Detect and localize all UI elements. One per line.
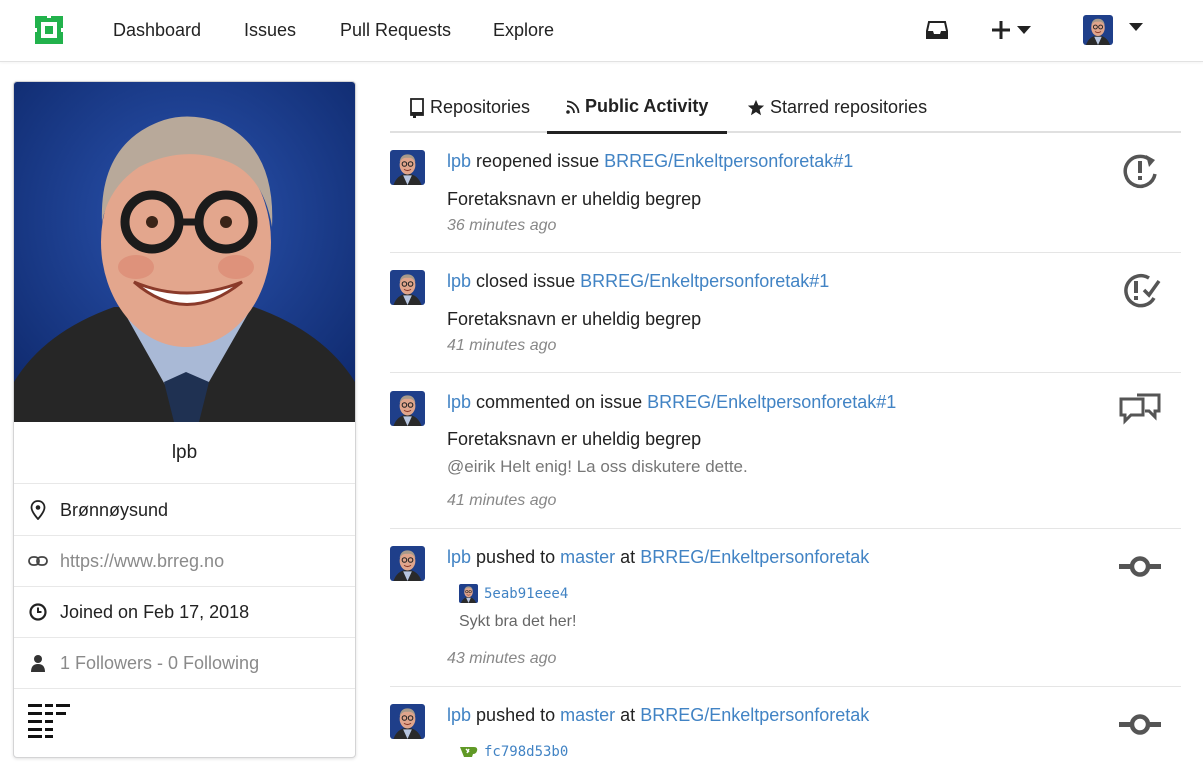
user-link[interactable]: lpb — [447, 705, 471, 725]
tab-public-activity-label: Public Activity — [585, 96, 709, 116]
tab-repositories-label: Repositories — [430, 97, 531, 117]
commit-entry: fc798d53b0 — [459, 742, 568, 761]
issue-reopened-icon — [1123, 154, 1157, 189]
feed-item: lpb pushed to master at BRREG/Enkeltpers… — [390, 704, 1181, 768]
issue-title: Foretaksnavn er uheldig begrep — [447, 309, 702, 329]
avatar — [1083, 15, 1113, 45]
comment-issue-title-link[interactable]: Foretaksnavn er uheldig begrep — [447, 429, 701, 450]
feed-item-headline: lpb pushed to master at BRREG/Enkeltpers… — [447, 546, 869, 568]
location-pin-icon — [28, 500, 48, 520]
feed-item: lpb commented on issue BRREG/Enkeltperso… — [390, 391, 1181, 529]
timestamp: 36 minutes ago — [447, 217, 557, 234]
action-text: commented on issue — [476, 392, 643, 412]
comment-text: @eirik Helt enig! La oss diskutere dette… — [447, 457, 748, 476]
user-menu-dropdown[interactable] — [1083, 16, 1143, 44]
rss-feed-icon[interactable] — [28, 702, 72, 743]
joined-date: Joined on Feb 17, 2018 — [60, 601, 250, 622]
commit-sha-link[interactable]: 5eab91eee4 — [484, 586, 568, 602]
feed-item: lpb reopened issue BRREG/Enkeltpersonfor… — [390, 150, 1181, 253]
git-commit-icon — [1119, 556, 1161, 577]
git-commit-icon — [1119, 714, 1161, 735]
chevron-down-icon — [1129, 23, 1143, 31]
user-link[interactable]: lpb — [447, 547, 471, 567]
user-link[interactable]: lpb — [447, 271, 471, 291]
user-link[interactable]: lpb — [447, 151, 471, 171]
action-text: pushed to — [476, 547, 556, 567]
person-icon — [28, 653, 48, 673]
gitea-avatar-icon — [459, 742, 478, 761]
issue-title: Foretaksnavn er uheldig begrep — [447, 189, 702, 209]
feed-item-headline: lpb closed issue BRREG/Enkeltpersonforet… — [447, 270, 829, 292]
plus-icon — [992, 21, 1010, 39]
action-text: pushed to — [476, 705, 556, 725]
link-icon — [28, 551, 48, 571]
profile-location: Brønnøysund — [14, 485, 355, 536]
inbox-icon — [926, 21, 948, 39]
chevron-down-icon — [1017, 26, 1031, 34]
avatar[interactable] — [390, 270, 425, 305]
action-text: closed issue — [476, 271, 576, 291]
profile-username: lpb — [14, 422, 355, 484]
feed-item-headline: lpb pushed to master at BRREG/Enkeltpers… — [447, 704, 869, 726]
comment-discussion-icon — [1119, 393, 1161, 425]
repo-link[interactable]: BRREG/Enkeltpersonforetak — [640, 705, 869, 725]
issue-link[interactable]: BRREG/Enkeltpersonforetak#1 — [647, 392, 896, 412]
profile-tabs: Repositories Public Activity Starred rep… — [390, 82, 1181, 134]
avatar[interactable] — [390, 391, 425, 426]
nav-dashboard[interactable]: Dashboard — [113, 19, 201, 41]
feed-item-headline: lpb reopened issue BRREG/Enkeltpersonfor… — [447, 150, 853, 172]
avatar[interactable] — [390, 546, 425, 581]
tab-starred-label: Starred repositories — [770, 97, 928, 117]
nav-issues[interactable]: Issues — [244, 19, 296, 41]
notifications-button[interactable] — [926, 16, 948, 44]
rss-icon — [566, 100, 580, 114]
profile-follow-stats: 1 Followers - 0 Following — [14, 638, 355, 689]
star-icon — [747, 99, 765, 115]
create-new-dropdown[interactable] — [991, 16, 1031, 44]
following-link[interactable]: 0 Following — [168, 653, 259, 674]
profile-website[interactable]: https://www.brreg.no — [14, 536, 355, 587]
action-text: reopened issue — [476, 151, 600, 171]
feed-item: lpb pushed to master at BRREG/Enkeltpers… — [390, 546, 1181, 687]
followers-link[interactable]: 1 Followers — [60, 653, 152, 674]
commit-message: Sykt bra det her! — [459, 613, 577, 630]
repo-link[interactable]: BRREG/Enkeltpersonforetak — [640, 547, 869, 567]
website-link[interactable]: https://www.brreg.no — [60, 551, 224, 572]
avatar[interactable] — [390, 704, 425, 739]
top-navbar: Dashboard Issues Pull Requests Explore — [0, 0, 1203, 62]
follow-separator: - — [152, 652, 169, 673]
issue-closed-icon — [1124, 273, 1161, 308]
feed-item-headline: lpb commented on issue BRREG/Enkeltperso… — [447, 391, 896, 413]
at-text: at — [620, 547, 636, 567]
at-text: at — [620, 705, 636, 725]
tab-repositories[interactable]: Repositories — [409, 82, 530, 133]
book-icon — [410, 97, 424, 118]
tab-starred-repositories[interactable]: Starred repositories — [747, 82, 927, 133]
timestamp: 43 minutes ago — [447, 650, 557, 667]
avatar — [459, 584, 478, 603]
issue-link[interactable]: BRREG/Enkeltpersonforetak#1 — [580, 271, 829, 291]
profile-photo — [14, 82, 355, 422]
location-text: Brønnøysund — [60, 499, 169, 520]
nav-explore[interactable]: Explore — [493, 19, 554, 41]
feed-item: lpb closed issue BRREG/Enkeltpersonforet… — [390, 270, 1181, 373]
tab-public-activity[interactable]: Public Activity — [547, 82, 728, 134]
user-link[interactable]: lpb — [447, 392, 471, 412]
gitea-logo-icon[interactable] — [33, 14, 65, 46]
branch-link[interactable]: master — [560, 547, 615, 567]
profile-card: lpb Brønnøysund https://www.brreg.no Joi… — [13, 81, 356, 758]
commit-entry: 5eab91eee4 — [459, 584, 568, 603]
nav-pull-requests[interactable]: Pull Requests — [340, 19, 451, 41]
clock-icon — [28, 602, 48, 622]
branch-link[interactable]: master — [560, 705, 615, 725]
timestamp: 41 minutes ago — [447, 337, 557, 354]
profile-joined: Joined on Feb 17, 2018 — [14, 587, 355, 638]
avatar[interactable] — [390, 150, 425, 185]
timestamp: 41 minutes ago — [447, 492, 557, 509]
issue-link[interactable]: BRREG/Enkeltpersonforetak#1 — [604, 151, 853, 171]
commit-sha-link[interactable]: fc798d53b0 — [484, 744, 568, 760]
